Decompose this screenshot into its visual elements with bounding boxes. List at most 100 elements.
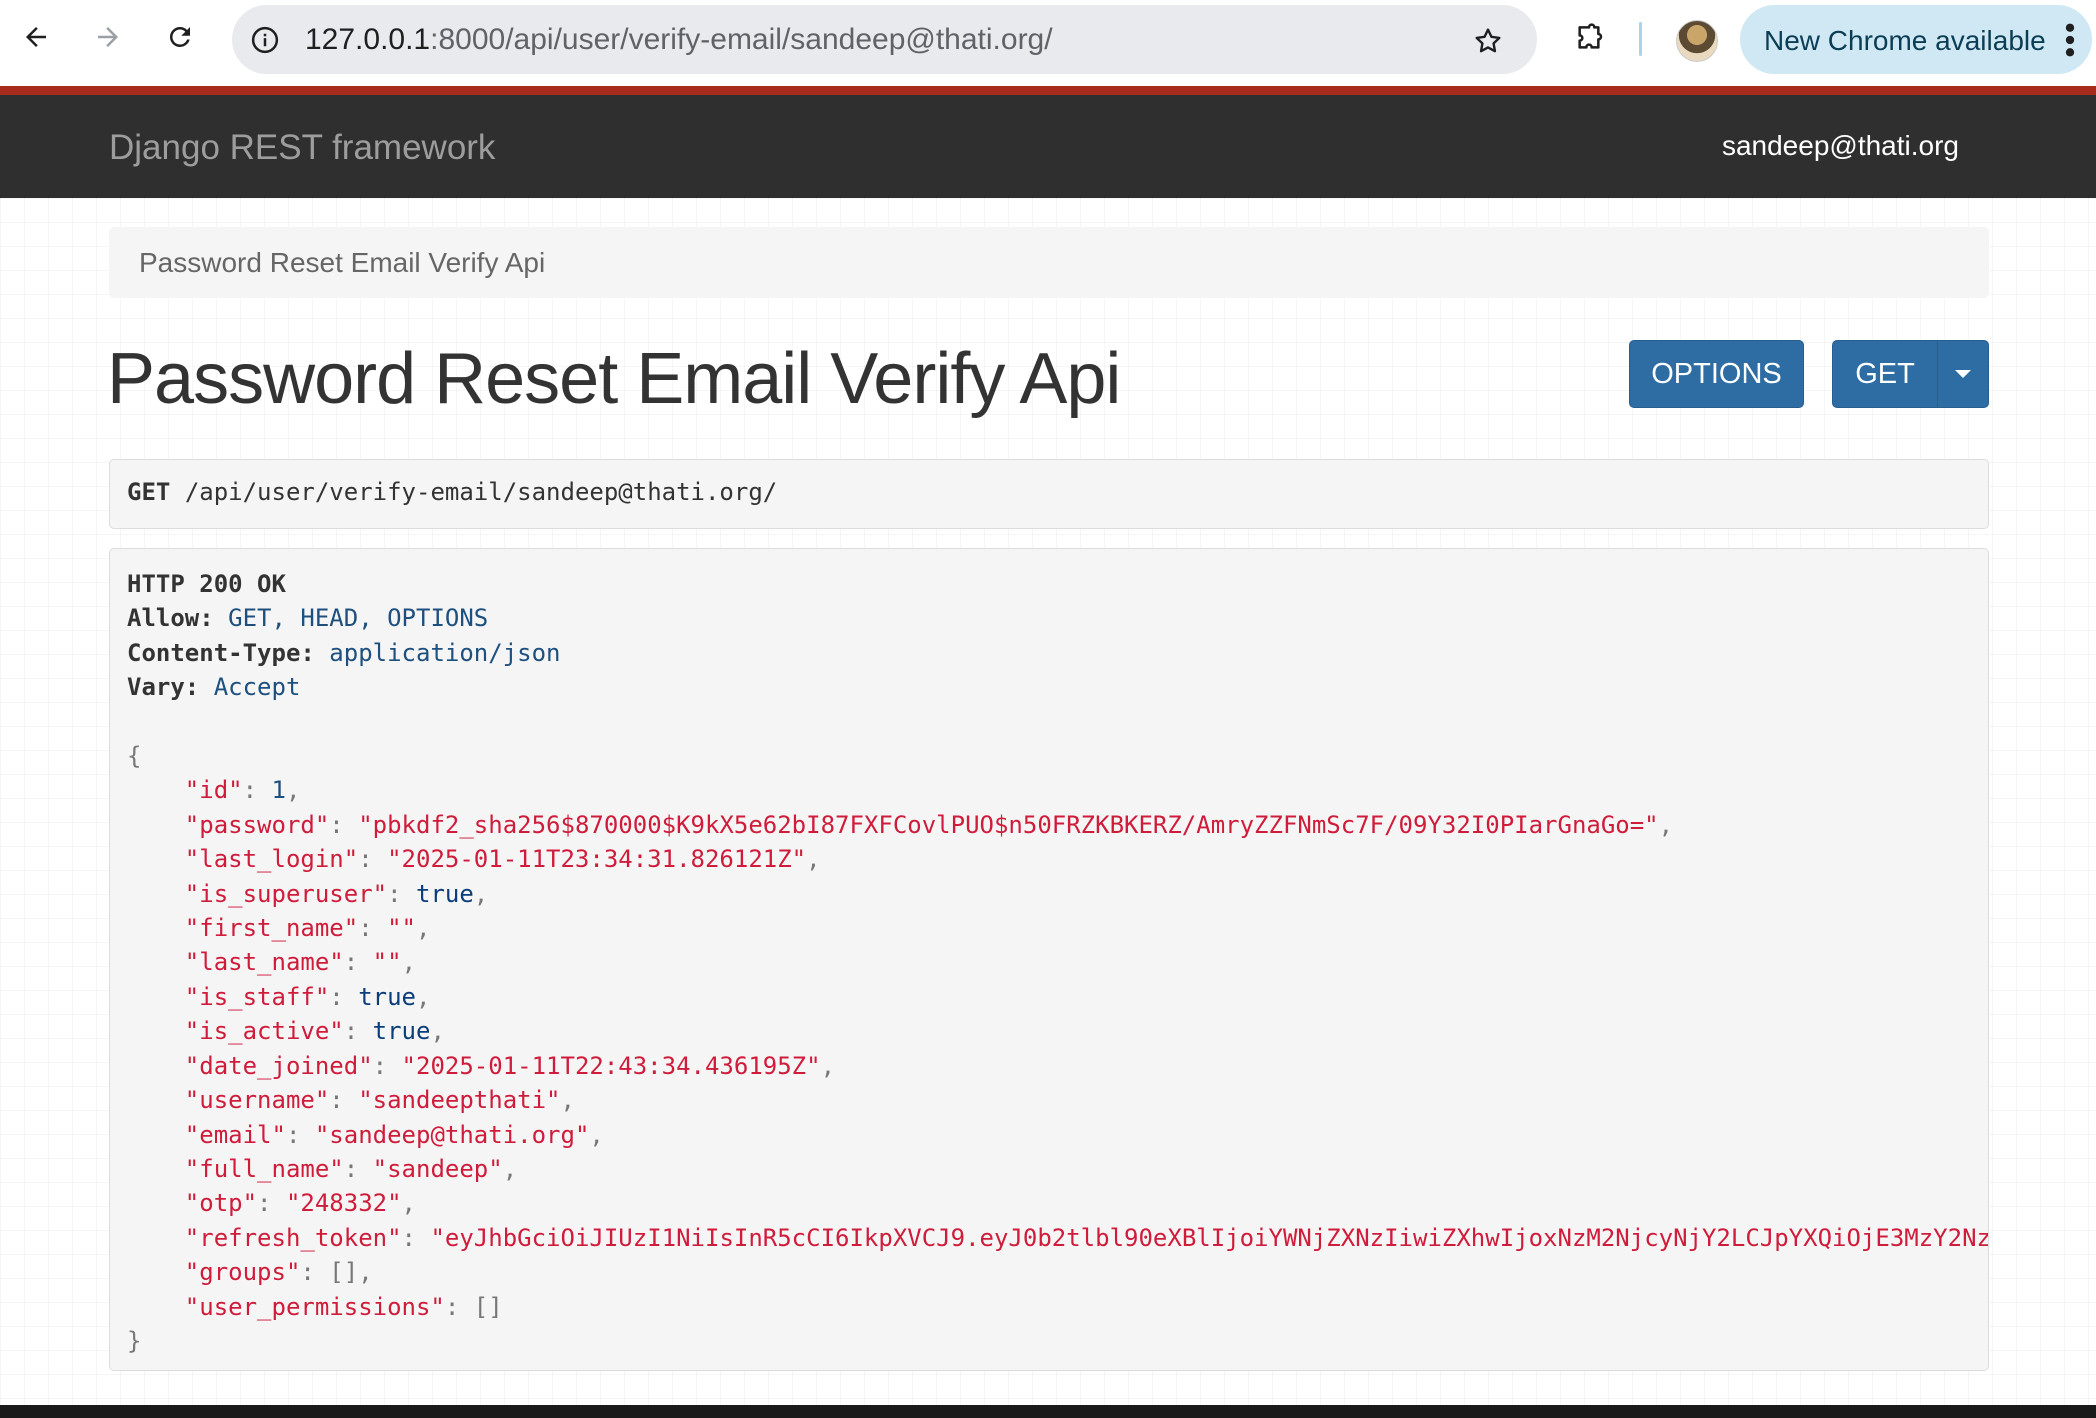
json-key: "email"	[184, 1120, 286, 1149]
get-format-dropdown-toggle[interactable]	[1937, 340, 1989, 408]
json-colon: :	[242, 776, 272, 805]
json-key: "full_name"	[184, 1154, 344, 1183]
json-value: true	[416, 879, 474, 908]
json-comma: ,	[820, 1051, 836, 1080]
json-comma: ,	[285, 776, 301, 805]
response-header-key: Content-Type:	[127, 638, 315, 667]
json-colon: :	[358, 845, 388, 874]
response-info: HTTP 200 OK Allow: GET, HEAD, OPTIONS Co…	[109, 548, 1989, 1371]
json-comma: ,	[401, 1189, 416, 1218]
json-field-row: "otp": "248332",	[127, 1189, 416, 1217]
response-header-row: Allow: GET, HEAD, OPTIONS	[127, 604, 488, 632]
json-field-row: "is_staff": true,	[127, 982, 431, 1011]
json-comma: ,	[416, 982, 431, 1011]
json-comma: ,	[358, 1258, 373, 1287]
response-header-key: Allow:	[127, 604, 214, 633]
json-value: []	[329, 1258, 359, 1287]
page-title: Password Reset Email Verify Api	[107, 339, 1121, 419]
address-bar[interactable]: 127.0.0.1:8000/api/user/verify-email/san…	[232, 5, 1537, 74]
extensions-puzzle-icon[interactable]	[1573, 22, 1605, 54]
json-key: "password"	[184, 810, 330, 839]
reload-button[interactable]	[157, 14, 203, 60]
navbar-accent-strip	[0, 86, 2096, 95]
url-path: :8000/api/user/verify-email/sandeep@that…	[430, 23, 1053, 56]
json-value: ""	[372, 948, 402, 977]
profile-avatar[interactable]	[1676, 20, 1718, 62]
json-key: "user_permissions"	[184, 1292, 445, 1321]
more-menu-icon[interactable]	[2064, 23, 2076, 57]
json-colon: :	[358, 914, 388, 943]
json-field-row: "is_superuser": true,	[127, 880, 488, 908]
json-colon: :	[401, 1223, 431, 1252]
json-value: []	[473, 1292, 503, 1321]
navbar-user[interactable]: sandeep@thati.org	[1722, 130, 1959, 162]
options-button[interactable]: OPTIONS	[1629, 340, 1804, 408]
json-value: "sandeep@thati.org"	[314, 1120, 590, 1149]
response-header-value: application/json	[329, 638, 561, 667]
request-path: /api/user/verify-email/sandeep@thati.org…	[184, 478, 778, 506]
address-url[interactable]: 127.0.0.1:8000/api/user/verify-email/san…	[305, 23, 1053, 57]
breadcrumb-item-active[interactable]: Password Reset Email Verify Api	[139, 247, 545, 279]
json-key: "username"	[184, 1086, 330, 1115]
json-comma: ,	[416, 914, 431, 943]
caret-down-icon	[1955, 370, 1971, 378]
json-comma: ,	[502, 1154, 518, 1183]
json-key: "groups"	[184, 1258, 301, 1287]
json-value: "2025-01-11T23:34:31.826121Z"	[387, 845, 807, 874]
update-chrome-label: New Chrome available	[1764, 25, 2046, 56]
arrow-left-icon	[26, 27, 46, 47]
drf-navbar: Django REST framework sandeep@thati.org	[0, 95, 2096, 198]
json-key: "last_name"	[184, 948, 344, 977]
json-key: "last_login"	[184, 845, 359, 874]
json-key: "first_name"	[184, 914, 359, 943]
json-colon: :	[329, 810, 359, 839]
json-field-row: "email": "sandeep@thati.org",	[127, 1121, 604, 1149]
json-colon: :	[300, 1258, 330, 1287]
response-content: HTTP 200 OK Allow: GET, HEAD, OPTIONS Co…	[127, 567, 1988, 1358]
json-colon: :	[444, 1292, 474, 1321]
navbar-brand[interactable]: Django REST framework	[109, 128, 495, 168]
json-comma: ,	[473, 879, 489, 908]
forward-button[interactable]	[85, 14, 131, 60]
back-button[interactable]	[13, 14, 59, 60]
get-button[interactable]: GET	[1832, 340, 1938, 408]
response-header-row: Vary: Accept	[127, 673, 300, 701]
json-value: true	[358, 982, 416, 1011]
json-colon: :	[343, 948, 373, 977]
response-status: HTTP 200 OK	[127, 570, 286, 598]
response-header-row: Content-Type: application/json	[127, 639, 560, 667]
json-close-brace: }	[127, 1326, 142, 1355]
json-fields: "id": 1, "password": "pbkdf2_sha256$8700…	[127, 776, 1988, 1321]
json-field-row: "password": "pbkdf2_sha256$870000$K9kX5e…	[127, 811, 1673, 839]
json-value: "sandeep"	[372, 1154, 503, 1183]
json-value: ""	[387, 914, 416, 943]
arrow-right-icon	[98, 27, 118, 47]
json-field-row: "id": 1,	[127, 776, 301, 805]
json-key: "date_joined"	[184, 1051, 373, 1080]
json-comma: ,	[589, 1120, 604, 1149]
reload-icon	[169, 26, 190, 47]
json-field-row: "last_name": "",	[127, 948, 416, 976]
json-field-row: "refresh_token": "eyJhbGciOiJIUzI1NiIsIn…	[127, 1223, 1988, 1252]
json-value: "sandeepthati"	[358, 1086, 561, 1115]
json-key: "otp"	[184, 1189, 258, 1218]
bookmark-star-icon[interactable]	[1472, 25, 1504, 57]
json-colon: :	[343, 1017, 373, 1046]
json-key: "is_superuser"	[184, 879, 388, 908]
json-colon: :	[329, 1086, 359, 1115]
site-info-icon[interactable]	[250, 25, 280, 55]
json-value: "2025-01-11T22:43:34.436195Z"	[401, 1051, 821, 1080]
browser-toolbar: 127.0.0.1:8000/api/user/verify-email/san…	[0, 0, 2096, 84]
json-field-row: "full_name": "sandeep",	[127, 1155, 517, 1183]
json-field-row: "first_name": "",	[127, 914, 431, 943]
json-open-brace: {	[127, 742, 142, 771]
json-comma: ,	[401, 948, 417, 977]
update-chrome-button[interactable]: New Chrome available	[1740, 5, 2092, 74]
json-value: 1	[271, 776, 286, 805]
url-host: 127.0.0.1	[305, 23, 431, 56]
response-header-value: Accept	[213, 673, 301, 702]
json-field-row: "last_login": "2025-01-11T23:34:31.82612…	[127, 845, 821, 873]
response-header-value: GET, HEAD, OPTIONS	[228, 604, 489, 633]
bottom-edge	[0, 1405, 2096, 1418]
json-comma: ,	[806, 845, 821, 874]
